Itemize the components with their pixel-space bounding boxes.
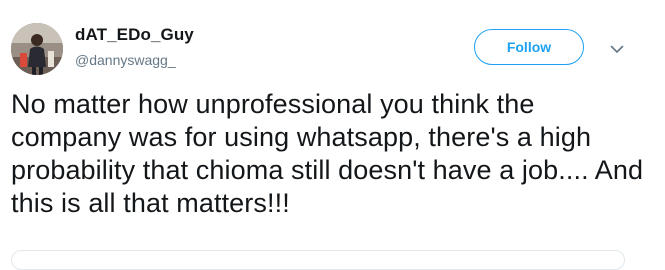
tweet-menu-button[interactable]: [606, 38, 628, 60]
chevron-down-icon: [610, 45, 624, 53]
display-name[interactable]: dAT_EDo_Guy: [75, 24, 194, 46]
user-info: dAT_EDo_Guy @dannyswagg_: [75, 24, 194, 70]
media-card[interactable]: [11, 250, 625, 270]
avatar[interactable]: [11, 23, 63, 75]
follow-button[interactable]: Follow: [474, 29, 584, 65]
avatar-photo-icon: [11, 23, 63, 75]
tweet-card: dAT_EDo_Guy @dannyswagg_ Follow No matte…: [0, 0, 665, 270]
tweet-text: No matter how unprofessional you think t…: [11, 89, 644, 218]
user-handle[interactable]: @dannyswagg_: [75, 50, 194, 70]
